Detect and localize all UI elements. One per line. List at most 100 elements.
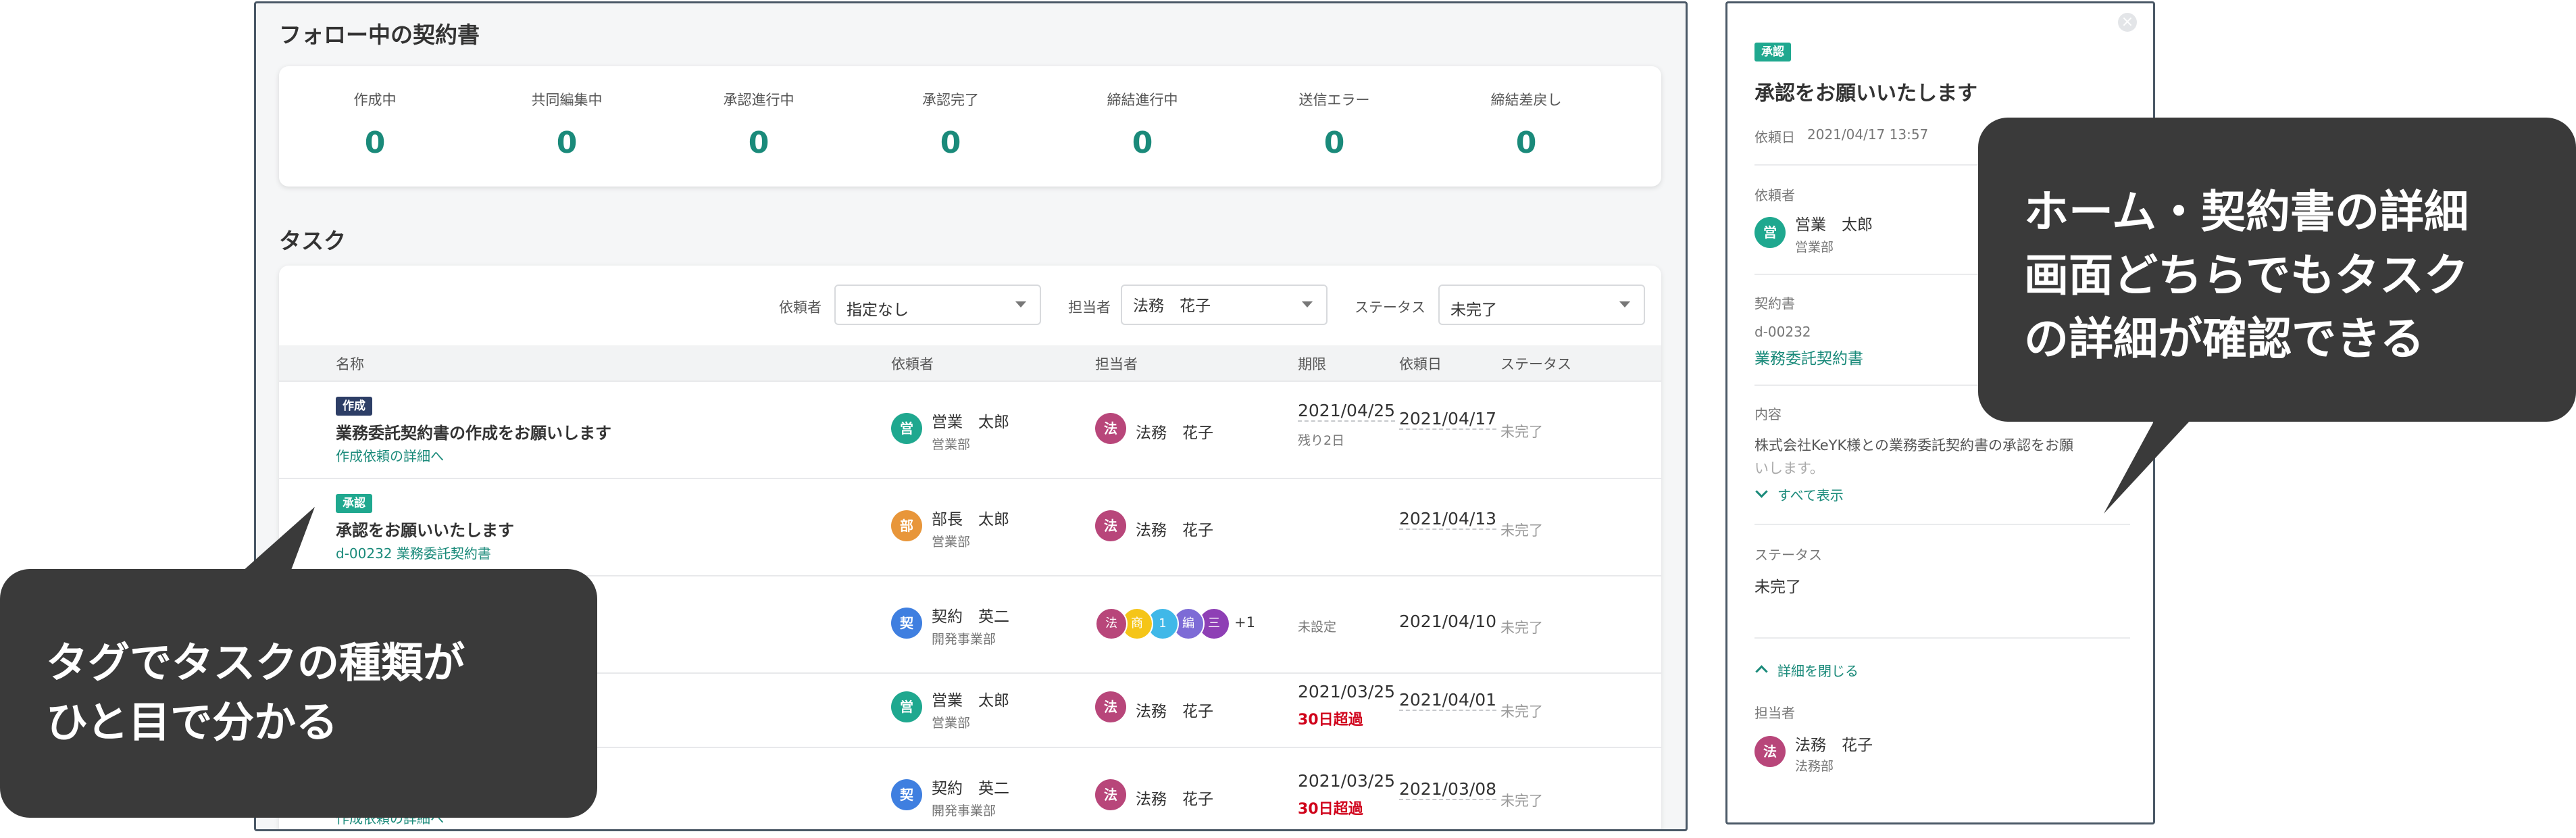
task-status: 未完了 <box>1500 793 1543 809</box>
avatar: 営 <box>891 691 922 722</box>
follow-section-title: フォロー中の契約書 <box>279 22 480 48</box>
tag-info-callout: タグでタスクの種類が ひと目で分かる <box>0 569 597 818</box>
request-date-label: 依頼日 <box>1754 129 1795 145</box>
requester-dept: 営業部 <box>1795 240 1834 255</box>
assignee-name: 法務 花子 <box>1136 424 1213 442</box>
avatar: 営 <box>891 413 922 444</box>
task-status: 未完了 <box>1500 522 1543 539</box>
column-header-name[interactable]: 名称 <box>336 353 364 374</box>
chevron-down-icon <box>1619 301 1630 307</box>
avatar: 部 <box>891 510 922 541</box>
status-item-send-error[interactable]: 送信エラー 0 <box>1238 66 1430 187</box>
avatar: 法 <box>1095 691 1126 722</box>
status-count: 0 <box>1323 126 1345 160</box>
assignee-name: 法務 花子 <box>1136 703 1213 720</box>
status-count: 0 <box>748 126 769 160</box>
assignee-label: 担当者 <box>1754 705 1795 721</box>
callout-line: タグでタスクの種類が <box>46 638 465 687</box>
requester-dept: 営業部 <box>932 437 971 452</box>
due-remaining: 残り2日 <box>1298 433 1345 448</box>
status-filter-select[interactable]: 未完了 <box>1438 285 1645 325</box>
requester-name: 営業 太郎 <box>932 414 1009 431</box>
content-text-faded: いします。 <box>1754 460 1824 476</box>
status-label: 承認完了 <box>922 92 979 108</box>
callout-line: ホーム・契約書の詳細 <box>2024 186 2469 238</box>
status-label: 送信エラー <box>1298 92 1370 108</box>
status-count: 0 <box>556 126 578 160</box>
follow-status-card: 作成中 0 共同編集中 0 承認進行中 0 承認完了 0 締結進行中 0 送信エ… <box>279 66 1661 187</box>
column-header-due[interactable]: 期限 <box>1298 353 1326 374</box>
status-item-co-editing[interactable]: 共同編集中 0 <box>471 66 663 187</box>
callout-line: ひと目で分かる <box>46 697 338 747</box>
requester-dept: 開発事業部 <box>932 632 996 647</box>
column-header-requester[interactable]: 依頼者 <box>891 353 934 374</box>
assignee-filter-select[interactable]: 法務 花子 <box>1121 285 1328 325</box>
assignee-name: 法務 花子 <box>1136 522 1213 539</box>
due-date-unset: 未設定 <box>1298 620 1337 635</box>
requester-name: 営業 太郎 <box>932 692 1009 710</box>
close-details-link[interactable]: 詳細を閉じる <box>1777 660 1859 680</box>
tasks-section-title: タスク <box>279 228 346 254</box>
task-name: 承認をお願いいたします <box>336 521 514 540</box>
requester-filter-select[interactable]: 指定なし <box>834 285 1041 325</box>
requester-name: 営業 太郎 <box>1795 216 1873 234</box>
task-tag-create: 作成 <box>336 397 372 416</box>
avatar: 契 <box>891 779 922 810</box>
status-item-signing-returned[interactable]: 締結差戻し 0 <box>1430 66 1622 187</box>
avatar: 営 <box>1754 217 1786 248</box>
task-detail-link[interactable]: 作成依頼の詳細へ <box>336 445 444 465</box>
show-all-link[interactable]: すべて表示 <box>1777 485 1844 504</box>
callout-line: 画面どちらでもタスク <box>2024 249 2469 301</box>
contract-link[interactable]: 業務委託契約書 <box>1754 345 1863 368</box>
due-date: 2021/04/25 <box>1298 401 1396 422</box>
status-label: 締結差戻し <box>1490 92 1562 108</box>
column-header-requested[interactable]: 依頼日 <box>1399 353 1442 374</box>
requester-name: 契約 英二 <box>932 780 1009 797</box>
requester-label: 依頼者 <box>1754 187 1795 203</box>
chevron-down-icon <box>1302 301 1313 307</box>
assignee-filter-value: 法務 花子 <box>1133 297 1211 315</box>
requested-date: 2021/04/17 <box>1399 409 1497 430</box>
requester-dept: 営業部 <box>932 716 971 731</box>
requester-filter-label: 依頼者 <box>779 299 822 316</box>
table-row[interactable]: 作成 業務委託契約書の作成をお願いします 作成依頼の詳細へ 営 営業 太郎 営業… <box>279 380 1661 479</box>
assignee-dept: 法務部 <box>1795 759 1834 774</box>
status-label: ステータス <box>1754 547 1822 563</box>
status-filter-label: ステータス <box>1355 299 1425 316</box>
requester-dept: 開発事業部 <box>932 804 996 818</box>
contract-link[interactable]: d-00232 業務委託契約書 <box>336 543 491 562</box>
close-icon[interactable]: × <box>2118 13 2137 32</box>
chevron-down-icon <box>1015 301 1026 307</box>
assignee-more-count[interactable]: +1 <box>1234 614 1255 631</box>
request-date: 2021/04/17 13:57 <box>1807 126 1929 143</box>
status-item-approved[interactable]: 承認完了 0 <box>855 66 1046 187</box>
status-count: 0 <box>364 126 386 160</box>
overdue-badge: 30日超過 <box>1298 801 1363 818</box>
avatar: 法 <box>1095 510 1126 541</box>
requester-name: 契約 英二 <box>932 608 1009 626</box>
status-count: 0 <box>1132 126 1153 160</box>
detail-info-callout: ホーム・契約書の詳細 画面どちらでもタスク の詳細が確認できる <box>1978 118 2576 422</box>
task-table-header: 名称 依頼者 担当者 期限 依頼日 ステータス <box>279 345 1661 380</box>
task-status: 未完了 <box>1500 620 1543 636</box>
requester-name: 部長 太郎 <box>932 511 1009 528</box>
requested-date: 2021/04/10 <box>1399 612 1497 631</box>
requested-date: 2021/03/08 <box>1399 779 1497 800</box>
contract-id: d-00232 <box>1754 324 1811 340</box>
content-text: 株式会社KeYK様との業務委託契約書の承認をお願 <box>1754 437 2074 453</box>
status-item-approval-in-progress[interactable]: 承認進行中 0 <box>663 66 855 187</box>
status-label: 共同編集中 <box>531 92 603 108</box>
status-item-signing-in-progress[interactable]: 締結進行中 0 <box>1046 66 1238 187</box>
requester-dept: 営業部 <box>932 535 971 549</box>
contract-label: 契約書 <box>1754 295 1795 312</box>
column-header-assignee[interactable]: 担当者 <box>1095 353 1138 374</box>
content-label: 内容 <box>1754 406 1782 422</box>
status-count: 0 <box>1515 126 1537 160</box>
status-item-creating[interactable]: 作成中 0 <box>279 66 471 187</box>
column-header-status[interactable]: ステータス <box>1500 353 1571 374</box>
table-row[interactable]: 承認 承認をお願いいたします d-00232 業務委託契約書 部 部長 太郎 営… <box>279 478 1661 576</box>
chevron-up-icon <box>1755 665 1768 678</box>
divider <box>1754 637 2130 639</box>
chevron-down-icon <box>1755 485 1768 498</box>
avatar: 法 <box>1095 413 1126 444</box>
